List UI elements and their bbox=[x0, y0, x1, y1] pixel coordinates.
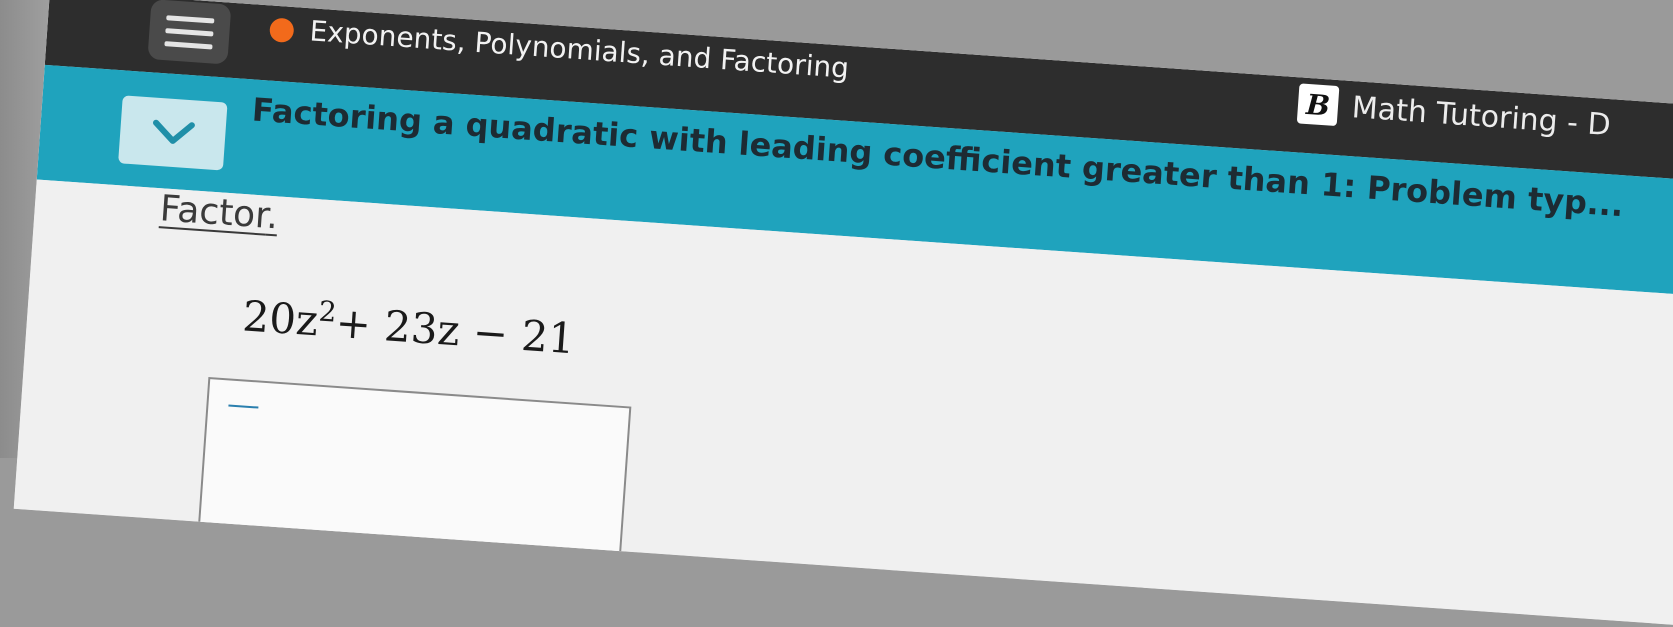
tutoring-logo-icon: B bbox=[1296, 83, 1340, 127]
answer-input[interactable] bbox=[196, 376, 632, 571]
chevron-down-icon bbox=[152, 119, 195, 144]
menu-line bbox=[164, 40, 213, 49]
menu-line bbox=[166, 14, 215, 24]
menu-line bbox=[165, 27, 214, 36]
aleks-screen: Exponents, Polynomials, and Factoring B … bbox=[13, 0, 1673, 627]
menu-button[interactable] bbox=[147, 0, 232, 65]
instruction-text[interactable]: Factor. bbox=[159, 188, 280, 237]
collapse-button[interactable] bbox=[118, 95, 228, 171]
instruction-link[interactable]: Factor bbox=[159, 188, 269, 236]
expression-lead-term: 20z bbox=[241, 291, 320, 346]
answer-cursor bbox=[228, 404, 259, 409]
